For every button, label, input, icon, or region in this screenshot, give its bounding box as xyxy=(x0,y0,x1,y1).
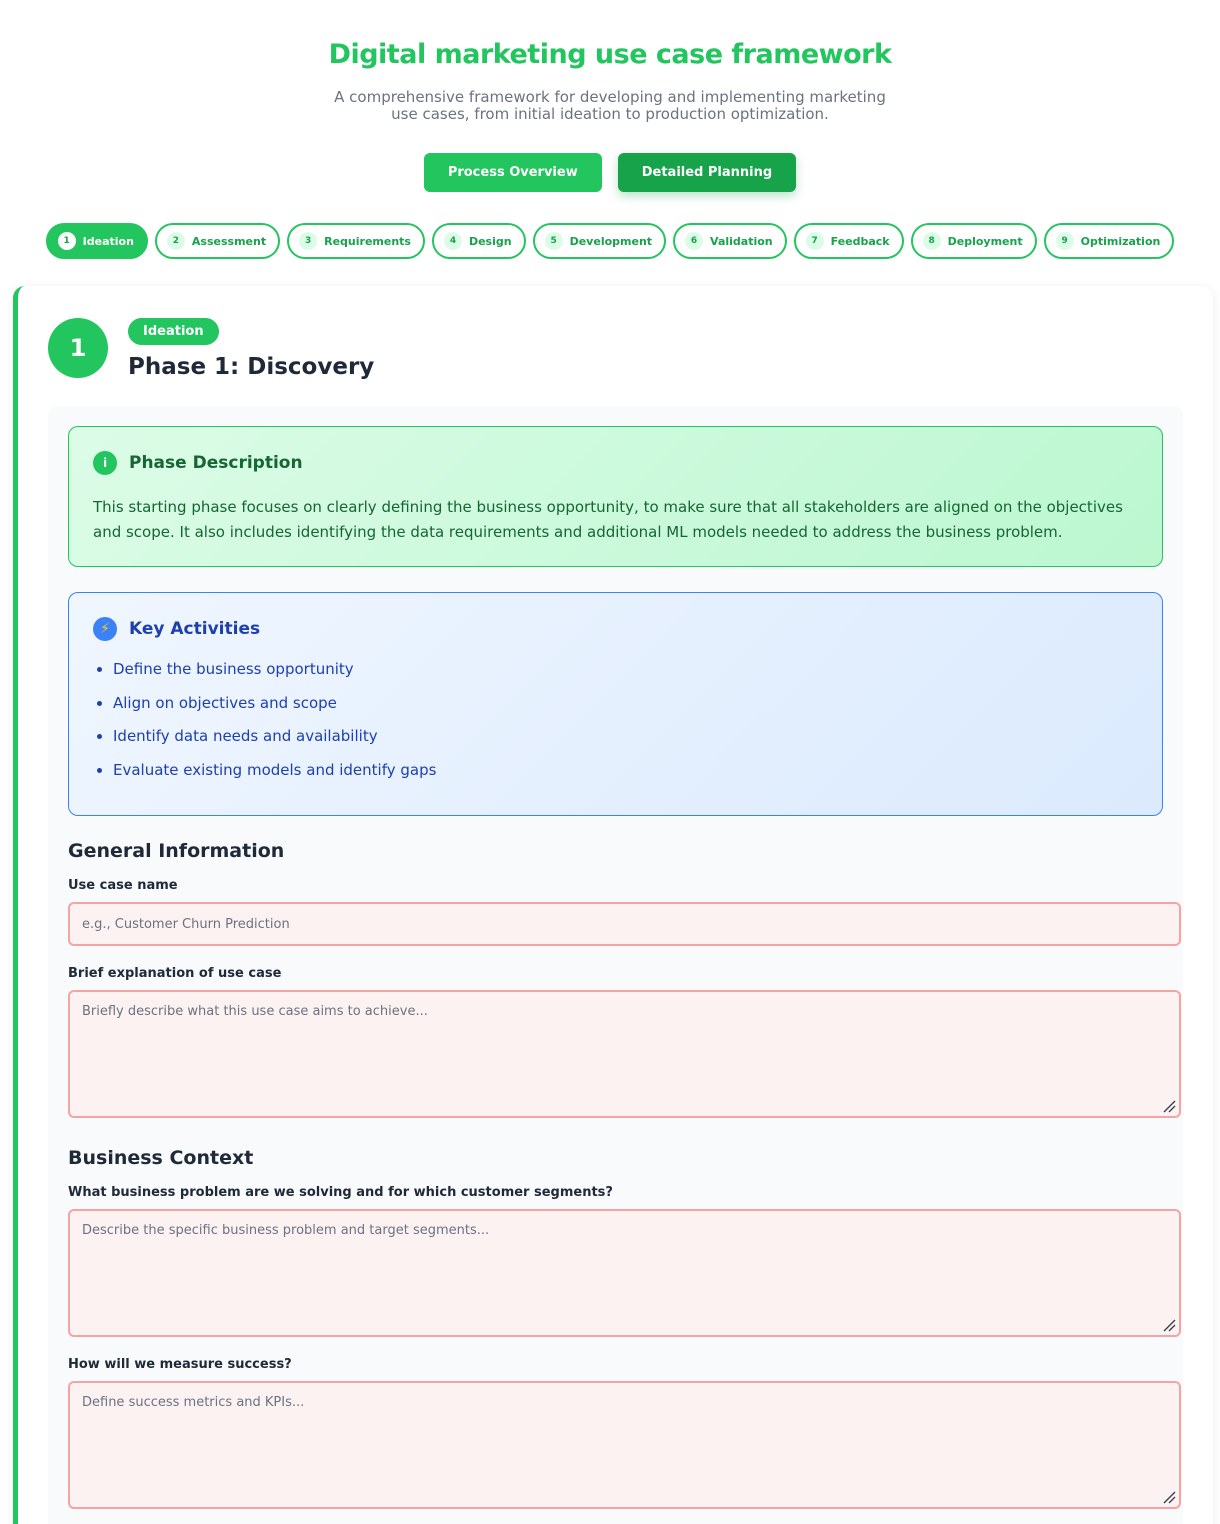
phase-description-box: i Phase Description This starting phase … xyxy=(68,426,1163,567)
phase-header: 1 Ideation Phase 1: Discovery xyxy=(48,318,374,380)
phase-badge: Ideation xyxy=(128,318,219,345)
list-item: Identify data needs and availability xyxy=(113,726,1138,746)
tab-development[interactable]: 5 Development xyxy=(532,223,667,259)
tab-number: 6 xyxy=(685,232,704,250)
success-metrics-placeholder: Define success metrics and KPIs... xyxy=(82,1395,305,1410)
resize-handle-icon[interactable] xyxy=(1162,1318,1176,1332)
business-problem-placeholder: Describe the specific business problem a… xyxy=(82,1223,490,1238)
business-context-heading: Business Context xyxy=(68,1147,254,1169)
tab-label: Deployment xyxy=(947,234,1023,248)
key-activities-title: Key Activities xyxy=(129,619,261,639)
process-overview-button[interactable]: Process Overview xyxy=(423,153,602,192)
info-icon: i xyxy=(93,451,117,475)
lightning-icon: ⚡ xyxy=(93,617,117,641)
tab-label: Optimization xyxy=(1080,234,1161,248)
tab-number: 2 xyxy=(166,232,185,250)
business-problem-label: What business problem are we solving and… xyxy=(68,1185,613,1200)
tab-number: 8 xyxy=(922,232,941,250)
explanation-label: Brief explanation of use case xyxy=(68,966,282,981)
tab-label: Design xyxy=(468,234,512,248)
use-case-name-input[interactable]: e.g., Customer Churn Prediction xyxy=(68,902,1181,946)
phase-tabs: 1 Ideation 2 Assessment 3 Requirements 4… xyxy=(0,223,1220,259)
view-toggle: Process Overview Detailed Planning xyxy=(0,153,1220,192)
explanation-textarea[interactable]: Briefly describe what this use case aims… xyxy=(68,990,1181,1118)
success-metrics-textarea[interactable]: Define success metrics and KPIs... xyxy=(68,1381,1181,1509)
use-case-name-label: Use case name xyxy=(68,878,178,893)
page-subtitle: A comprehensive framework for developing… xyxy=(334,88,886,123)
tab-feedback[interactable]: 7 Feedback xyxy=(793,223,904,259)
tab-assessment[interactable]: 2 Assessment xyxy=(154,223,281,259)
detailed-planning-button[interactable]: Detailed Planning xyxy=(617,153,797,192)
resize-handle-icon[interactable] xyxy=(1162,1490,1176,1504)
tab-number: 5 xyxy=(544,232,563,250)
page-header: Digital marketing use case framework A c… xyxy=(0,0,1220,123)
general-information-heading: General Information xyxy=(68,840,285,862)
phase-description-text: This starting phase focuses on clearly d… xyxy=(93,498,1123,541)
tab-number: 1 xyxy=(57,232,76,250)
tab-label: Assessment xyxy=(191,234,267,248)
tab-number: 7 xyxy=(805,232,824,250)
tab-deployment[interactable]: 8 Deployment xyxy=(910,223,1037,259)
tab-number: 4 xyxy=(443,232,462,250)
list-item: Align on objectives and scope xyxy=(113,693,1138,713)
page-title: Digital marketing use case framework xyxy=(328,39,892,70)
tab-ideation[interactable]: 1 Ideation xyxy=(45,223,148,259)
list-item: Define the business opportunity xyxy=(113,659,1138,679)
phase-description-title: Phase Description xyxy=(129,453,303,473)
tab-label: Development xyxy=(569,234,653,248)
phase-content: i Phase Description This starting phase … xyxy=(48,406,1183,1524)
phase-title: Phase 1: Discovery xyxy=(128,354,375,380)
success-metrics-label: How will we measure success? xyxy=(68,1357,292,1372)
tab-label: Validation xyxy=(710,234,773,248)
phase-number-circle: 1 xyxy=(48,318,108,378)
tab-design[interactable]: 4 Design xyxy=(431,223,526,259)
key-activities-box: ⚡ Key Activities Define the business opp… xyxy=(68,592,1163,816)
tab-label: Feedback xyxy=(830,234,890,248)
tab-label: Requirements xyxy=(324,234,411,248)
tab-number: 3 xyxy=(299,232,318,250)
phase-card: 1 Ideation Phase 1: Discovery i Phase De… xyxy=(13,286,1213,1524)
tab-requirements[interactable]: 3 Requirements xyxy=(287,223,425,259)
explanation-placeholder: Briefly describe what this use case aims… xyxy=(82,1004,428,1019)
tab-validation[interactable]: 6 Validation xyxy=(673,223,787,259)
tab-optimization[interactable]: 9 Optimization xyxy=(1043,223,1175,259)
business-problem-textarea[interactable]: Describe the specific business problem a… xyxy=(68,1209,1181,1337)
tab-label: Ideation xyxy=(82,234,134,248)
resize-handle-icon[interactable] xyxy=(1162,1099,1176,1113)
list-item: Evaluate existing models and identify ga… xyxy=(113,760,1138,780)
key-activities-list: Define the business opportunity Align on… xyxy=(93,659,1138,780)
tab-number: 9 xyxy=(1055,232,1074,250)
